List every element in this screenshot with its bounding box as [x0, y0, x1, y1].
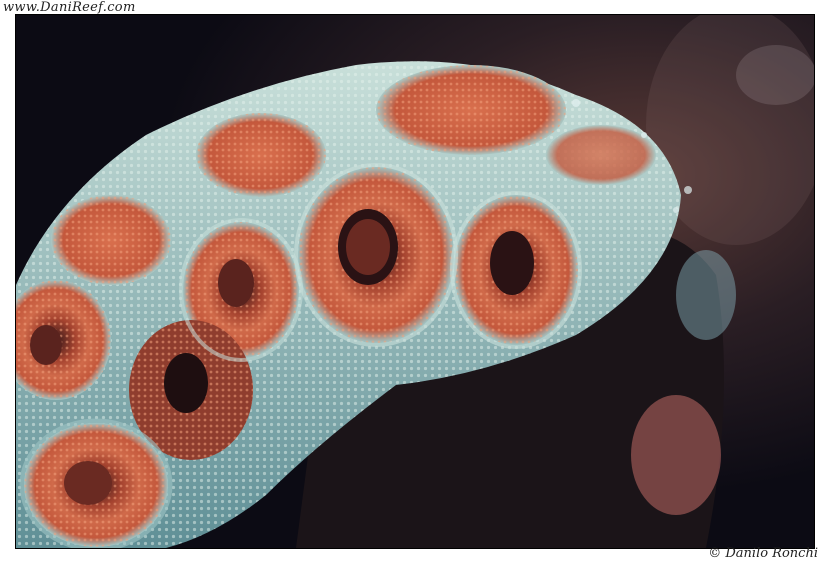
site-url-watermark: www.DaniReef.com: [3, 0, 136, 15]
coral-photo: [15, 14, 815, 549]
photo-credit: © Danilo Ronchi: [708, 546, 818, 561]
coral-photo-illustration: [16, 15, 814, 548]
